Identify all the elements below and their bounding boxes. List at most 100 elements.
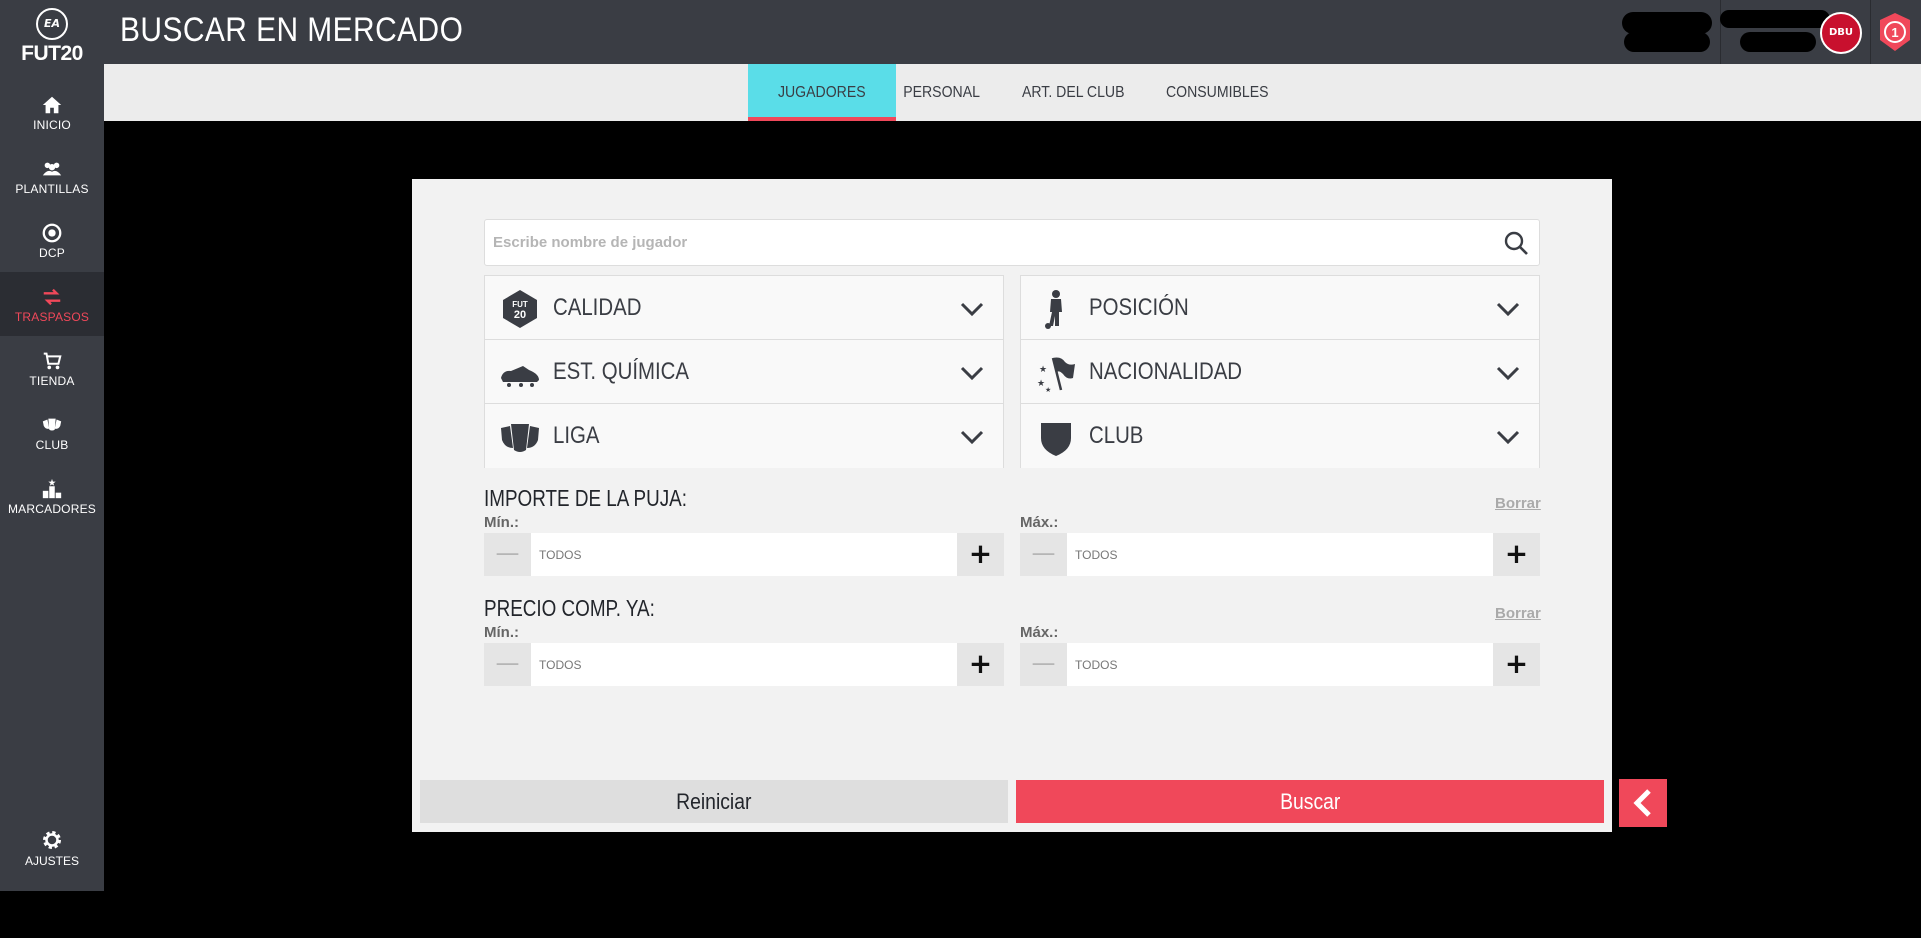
squad-icon bbox=[42, 162, 62, 176]
buy-now-min-label: Mín.: bbox=[484, 624, 519, 641]
page-title: BUSCAR EN MERCADO bbox=[120, 11, 464, 49]
filter-club[interactable]: CLUB bbox=[1021, 404, 1539, 468]
filter-posicion[interactable]: POSICIÓN bbox=[1021, 276, 1539, 340]
sidebar-item-traspasos[interactable]: TRASPASOS bbox=[0, 272, 104, 336]
buy-now-clear-link[interactable]: Borrar bbox=[1495, 605, 1541, 622]
svg-text:★: ★ bbox=[1039, 365, 1047, 375]
buy-now-title: PRECIO COMP. YA: bbox=[484, 595, 655, 621]
transfer-arrows-icon bbox=[43, 288, 61, 306]
sbc-icon bbox=[42, 223, 62, 243]
boot-icon bbox=[501, 366, 539, 387]
sidebar-item-inicio[interactable]: INICIO bbox=[0, 80, 104, 144]
tab-label: PERSONAL bbox=[903, 84, 980, 101]
svg-text:★: ★ bbox=[1037, 379, 1045, 389]
buy-now-min-input[interactable] bbox=[531, 643, 957, 686]
chevron-down-icon bbox=[960, 430, 984, 445]
leaderboard-icon bbox=[42, 478, 62, 499]
bid-max-stepper: — + bbox=[1020, 533, 1540, 576]
tab-label: CONSUMIBLES bbox=[1165, 84, 1269, 101]
fut20-logo[interactable]: EA FUT20 bbox=[0, 8, 104, 70]
reset-label: Reiniciar bbox=[676, 788, 752, 814]
filter-est-quimica[interactable]: EST. QUÍMICA bbox=[485, 340, 1003, 404]
search-button[interactable]: Buscar bbox=[1016, 780, 1604, 823]
filter-label: LIGA bbox=[553, 422, 600, 449]
bid-min-stepper: — + bbox=[484, 533, 1004, 576]
sidebar-item-plantillas[interactable]: PLANTILLAS bbox=[0, 144, 104, 208]
increment-button[interactable]: + bbox=[957, 533, 1004, 576]
sidebar-item-marcadores[interactable]: MARCADORES bbox=[0, 464, 104, 528]
tab-art-del-club[interactable]: ART. DEL CLUB bbox=[991, 64, 1155, 121]
redacted-coins bbox=[1624, 32, 1710, 52]
player-name-input[interactable] bbox=[493, 220, 1473, 265]
redacted-points bbox=[1740, 32, 1816, 52]
club-shields-icon bbox=[42, 418, 62, 431]
increment-button[interactable]: + bbox=[1493, 643, 1540, 686]
sidebar-item-label: DCP bbox=[39, 246, 65, 260]
sidebar-item-tienda[interactable]: TIENDA bbox=[0, 336, 104, 400]
tab-personal[interactable]: PERSONAL bbox=[874, 64, 1009, 121]
increment-button[interactable]: + bbox=[957, 643, 1004, 686]
logo-text: FUT20 bbox=[21, 42, 83, 65]
decrement-button[interactable]: — bbox=[484, 643, 531, 686]
svg-text:FUT: FUT bbox=[512, 300, 528, 309]
filter-label: EST. QUÍMICA bbox=[553, 358, 690, 385]
level-number: 1 bbox=[1891, 25, 1898, 40]
search-panel: FUT20 CALIDAD EST. QUÍMICA LIGA POSICIÓN… bbox=[412, 179, 1612, 832]
bid-max-input[interactable] bbox=[1067, 533, 1493, 576]
header-divider bbox=[1720, 0, 1721, 64]
filter-nacionalidad[interactable]: ★ ★ ★ NACIONALIDAD bbox=[1021, 340, 1539, 404]
tab-label: JUGADORES bbox=[777, 84, 866, 101]
buy-now-min-stepper: — + bbox=[484, 643, 1004, 686]
bid-min-input[interactable] bbox=[531, 533, 957, 576]
filter-calidad[interactable]: FUT 20 CALIDAD bbox=[485, 276, 1003, 340]
sidebar-item-ajustes[interactable]: AJUSTES bbox=[0, 820, 104, 890]
bid-price-clear-link[interactable]: Borrar bbox=[1495, 495, 1541, 512]
decrement-button[interactable]: — bbox=[484, 533, 531, 576]
search-label: Buscar bbox=[1279, 788, 1341, 814]
back-button[interactable] bbox=[1619, 779, 1667, 827]
sidebar: EA FUT20 INICIO PLANTILLAS DCP TRASPASOS… bbox=[0, 0, 104, 891]
bid-min-label: Mín.: bbox=[484, 514, 519, 531]
tab-bar: JUGADORES PERSONAL ART. DEL CLUB CONSUMI… bbox=[104, 64, 1921, 121]
sidebar-item-label: PLANTILLAS bbox=[15, 182, 89, 196]
sidebar-item-label: INICIO bbox=[33, 118, 71, 132]
filter-label: NACIONALIDAD bbox=[1089, 358, 1243, 385]
club-badge[interactable]: DBU bbox=[1820, 12, 1862, 54]
header-divider bbox=[1870, 0, 1871, 64]
level-badge-icon[interactable]: 1 bbox=[1878, 12, 1912, 52]
reset-button[interactable]: Reiniciar bbox=[420, 780, 1008, 823]
sidebar-item-label: TIENDA bbox=[29, 374, 75, 388]
header: BUSCAR EN MERCADO bbox=[104, 0, 1921, 64]
search-icon[interactable] bbox=[1503, 230, 1529, 256]
filter-label: CALIDAD bbox=[553, 294, 642, 321]
player-search bbox=[484, 219, 1540, 266]
increment-button[interactable]: + bbox=[1493, 533, 1540, 576]
bid-max-label: Máx.: bbox=[1020, 514, 1059, 531]
filters-left: FUT 20 CALIDAD EST. QUÍMICA LIGA bbox=[484, 275, 1004, 468]
tab-label: ART. DEL CLUB bbox=[1021, 84, 1125, 101]
gear-icon bbox=[43, 831, 61, 849]
redacted-username bbox=[1622, 12, 1712, 34]
bid-price-title: IMPORTE DE LA PUJA: bbox=[484, 485, 687, 511]
sidebar-item-label: CLUB bbox=[35, 438, 69, 452]
sidebar-item-club[interactable]: CLUB bbox=[0, 400, 104, 464]
quality-icon: FUT20 bbox=[503, 290, 537, 328]
settings-label: AJUSTES bbox=[24, 854, 79, 868]
chevron-down-icon bbox=[960, 302, 984, 317]
sidebar-item-label: MARCADORES bbox=[7, 502, 96, 516]
ea-logo: EA bbox=[36, 8, 68, 40]
player-icon bbox=[1045, 290, 1062, 329]
chevron-down-icon bbox=[960, 366, 984, 381]
sidebar-item-dcp[interactable]: DCP bbox=[0, 208, 104, 272]
svg-text:20: 20 bbox=[514, 309, 526, 321]
buy-now-max-stepper: — + bbox=[1020, 643, 1540, 686]
chevron-down-icon bbox=[1496, 430, 1520, 445]
decrement-button[interactable]: — bbox=[1020, 643, 1067, 686]
buy-now-max-input[interactable] bbox=[1067, 643, 1493, 686]
decrement-button[interactable]: — bbox=[1020, 533, 1067, 576]
filter-liga[interactable]: LIGA bbox=[485, 404, 1003, 468]
chevron-down-icon bbox=[1496, 302, 1520, 317]
tab-consumibles[interactable]: CONSUMIBLES bbox=[1135, 64, 1299, 121]
chevron-left-icon bbox=[1633, 789, 1651, 817]
redacted-club-name bbox=[1720, 10, 1830, 28]
